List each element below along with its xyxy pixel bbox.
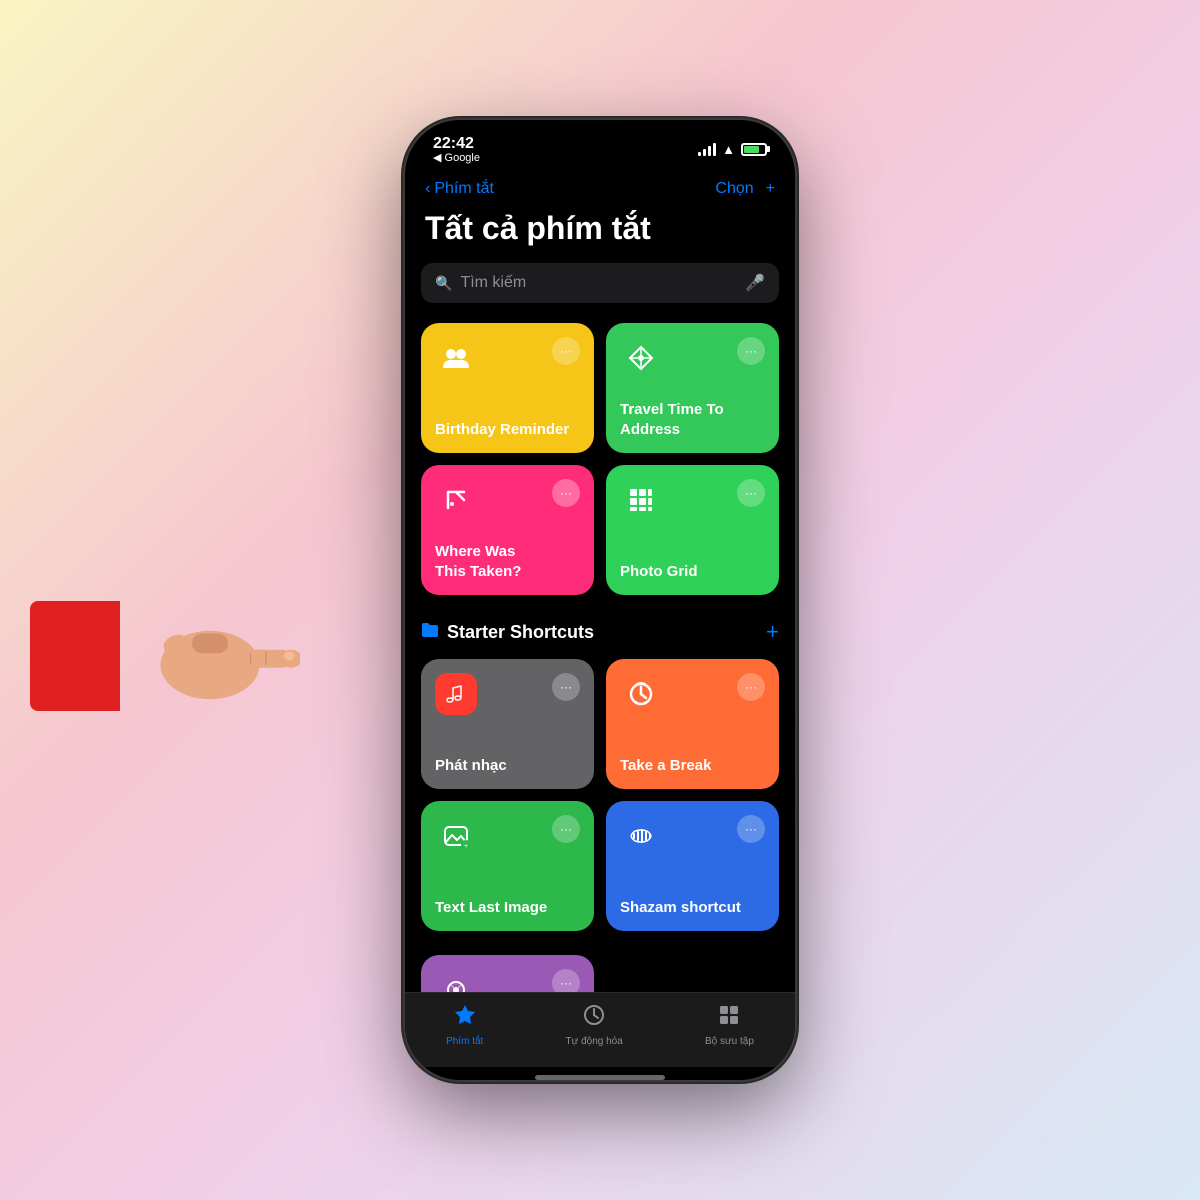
text-image-icon: +: [435, 815, 477, 857]
shortcut-card-text-image[interactable]: + ··· Text Last Image: [421, 801, 594, 931]
where-taken-icon: [435, 479, 477, 521]
where-taken-name: Where WasThis Taken?: [435, 542, 580, 581]
search-bar[interactable]: 🔍 Tìm kiếm 🎤: [421, 263, 779, 303]
shortcut-card-birthday[interactable]: ··· Birthday Reminder: [421, 323, 594, 453]
shazam-name: Shazam shortcut: [620, 898, 765, 918]
shortcut-card-where-taken[interactable]: ··· Where WasThis Taken?: [421, 465, 594, 595]
music-icon: [435, 673, 477, 715]
content-area: Tất cả phím tắt 🔍 Tìm kiếm 🎤: [405, 210, 795, 992]
music-name: Phát nhạc: [435, 756, 580, 776]
wifi-icon: ▲: [722, 142, 735, 157]
back-button-label[interactable]: Phím tắt: [434, 180, 494, 198]
shazam-more-button[interactable]: ···: [737, 815, 765, 843]
where-taken-more-button[interactable]: ···: [552, 479, 580, 507]
tab-shortcuts[interactable]: Phím tắt: [446, 1003, 483, 1047]
svg-text:+: +: [464, 843, 468, 850]
home-indicator: [535, 1075, 665, 1080]
pointing-hand-icon: [120, 586, 300, 726]
add-button[interactable]: +: [766, 180, 775, 198]
travel-name: Travel Time To Address: [620, 400, 765, 439]
break-name: Take a Break: [620, 756, 765, 776]
partial-more-button[interactable]: ···: [552, 969, 580, 992]
travel-more-button[interactable]: ···: [737, 337, 765, 365]
choose-button[interactable]: Chọn: [715, 180, 753, 198]
shazam-icon: [620, 815, 662, 857]
shortcut-card-shazam[interactable]: ··· Shazam shortcut: [606, 801, 779, 931]
starter-section-header: Starter Shortcuts +: [421, 619, 779, 645]
tab-automation[interactable]: Tự động hóa: [565, 1003, 622, 1047]
nav-actions: Chọn +: [715, 180, 775, 198]
break-more-button[interactable]: ···: [737, 673, 765, 701]
shortcuts-tab-icon: [453, 1003, 477, 1033]
starter-folder-icon: [421, 622, 439, 643]
page-title: Tất cả phím tắt: [421, 210, 779, 247]
photo-grid-name: Photo Grid: [620, 562, 765, 582]
my-shortcuts-grid: ··· Birthday Reminder: [421, 323, 779, 595]
back-chevron-icon: ‹: [425, 180, 430, 198]
partial-icon: [435, 969, 477, 992]
shortcut-card-break[interactable]: ··· Take a Break: [606, 659, 779, 789]
shortcuts-tab-label: Phím tắt: [446, 1036, 483, 1047]
automation-tab-label: Tự động hóa: [565, 1036, 622, 1047]
birthday-icon: [435, 337, 477, 379]
starter-section-title: Starter Shortcuts: [447, 622, 594, 643]
automation-tab-icon: [582, 1003, 606, 1033]
shortcut-card-music[interactable]: ··· Phát nhạc: [421, 659, 594, 789]
back-label: ◀ Google: [433, 151, 480, 164]
phone-frame: 22:42 ◀ Google ▲: [405, 120, 795, 1080]
travel-icon: [620, 337, 662, 379]
photo-grid-more-button[interactable]: ···: [737, 479, 765, 507]
navigation-bar: ‹ Phím tắt Chọn +: [405, 172, 795, 210]
gallery-tab-icon: [717, 1003, 741, 1033]
birthday-more-button[interactable]: ···: [552, 337, 580, 365]
microphone-icon[interactable]: 🎤: [745, 273, 765, 293]
music-more-button[interactable]: ···: [552, 673, 580, 701]
text-image-name: Text Last Image: [435, 898, 580, 918]
signal-icon: [698, 142, 716, 156]
starter-shortcuts-grid: ··· Phát nhạc: [421, 659, 779, 931]
gallery-tab-label: Bộ sưu tập: [705, 1036, 754, 1047]
dynamic-island: [540, 132, 660, 166]
shortcut-card-photo-grid[interactable]: ··· Photo Grid: [606, 465, 779, 595]
photo-grid-icon: [620, 479, 662, 521]
search-input[interactable]: Tìm kiếm: [460, 274, 737, 292]
break-icon: [620, 673, 662, 715]
back-button[interactable]: ‹ Phím tắt: [425, 180, 494, 198]
tab-gallery[interactable]: Bộ sưu tập: [705, 1003, 754, 1047]
tab-bar: Phím tắt Tự động hóa: [405, 992, 795, 1067]
starter-add-button[interactable]: +: [766, 619, 779, 645]
shortcut-card-travel[interactable]: ··· Travel Time To Address: [606, 323, 779, 453]
text-image-more-button[interactable]: ···: [552, 815, 580, 843]
birthday-name: Birthday Reminder: [435, 420, 580, 440]
search-icon: 🔍: [435, 275, 452, 292]
battery-icon: [741, 143, 767, 156]
shortcut-card-partial[interactable]: ···: [421, 955, 594, 992]
status-icons: ▲: [698, 142, 767, 157]
hand-illustration: [30, 586, 300, 726]
red-sleeve: [30, 601, 120, 711]
